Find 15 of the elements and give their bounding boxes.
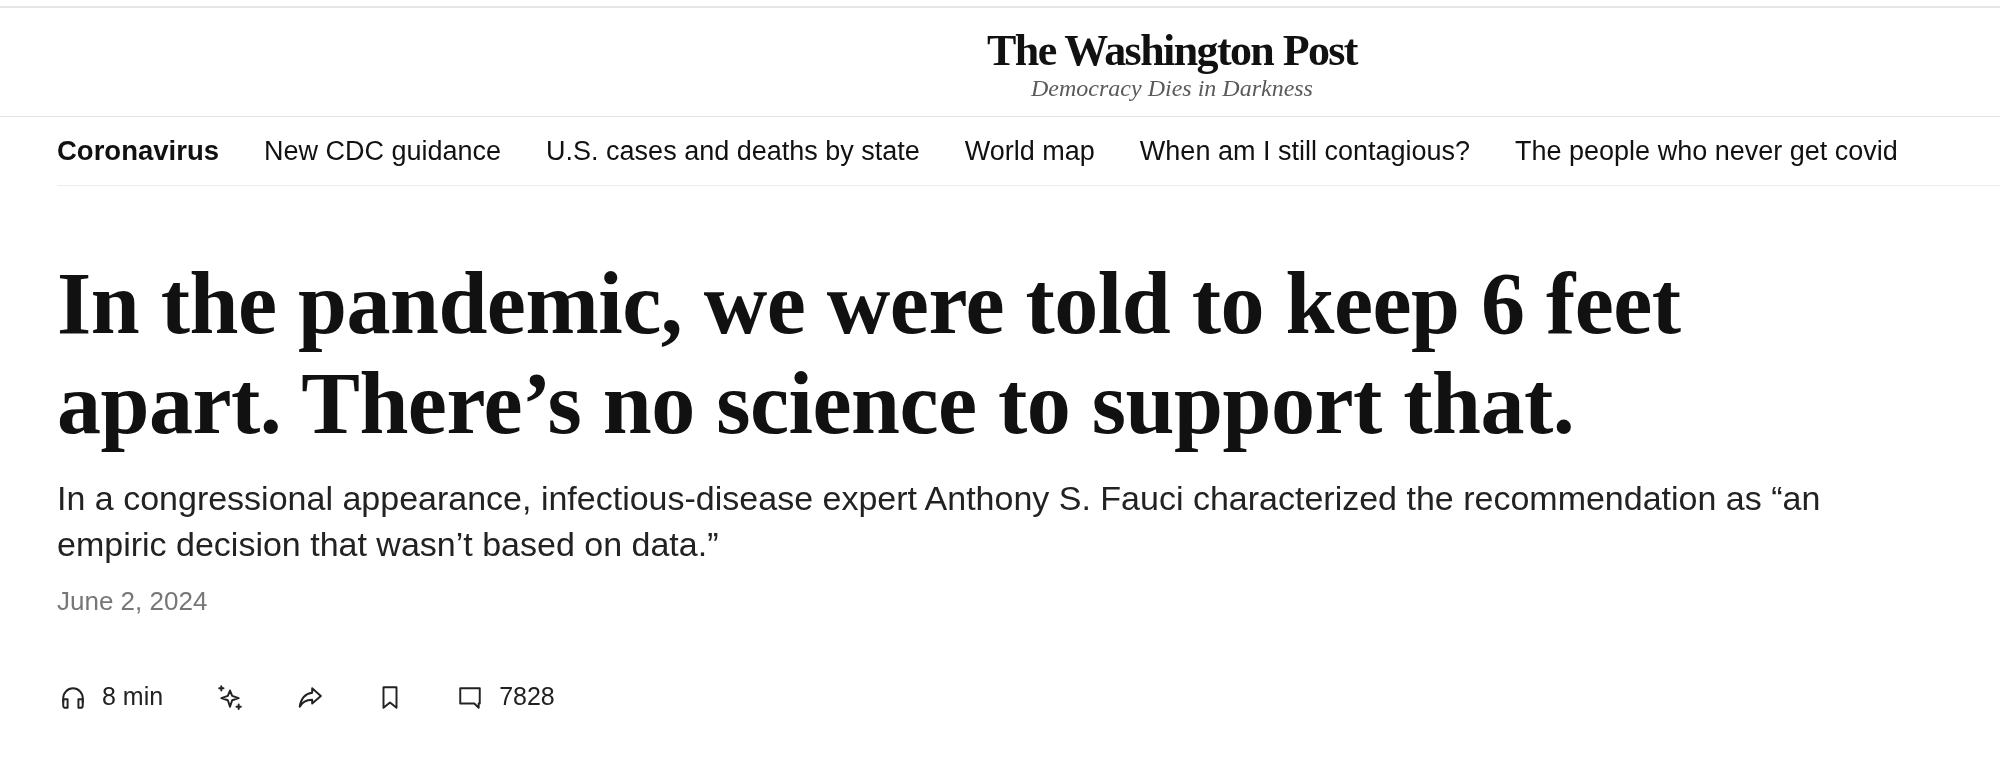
sparkle-icon bbox=[217, 683, 244, 710]
listen-button[interactable]: 8 min bbox=[60, 682, 164, 711]
tagline: Democracy Dies in Darkness bbox=[1031, 74, 1313, 102]
nav-link[interactable]: U.S. cases and deaths by state bbox=[546, 135, 920, 167]
publish-date: June 2, 2024 bbox=[57, 585, 208, 617]
logo[interactable]: The Washington Post bbox=[987, 26, 1357, 75]
comments-button[interactable]: 7828 bbox=[457, 682, 555, 711]
headline: In the pandemic, we were told to keep 6 feet apart. There’s no science to support that. bbox=[57, 254, 1682, 454]
section-link[interactable]: Coronavirus bbox=[57, 135, 219, 167]
summary-button[interactable] bbox=[217, 683, 244, 710]
nav-link[interactable]: The people who never get covid bbox=[1515, 135, 1898, 167]
subheadline: In a congressional appearance, infectious-disease expert Anthony S. Fauci characterized the recommendation as “an empiric decision that wasn’t based on data.” bbox=[57, 478, 1822, 565]
nav-link[interactable]: New CDC guidance bbox=[264, 135, 502, 167]
nav-link[interactable]: When am I still contagious? bbox=[1139, 135, 1471, 167]
nav-link[interactable]: World map bbox=[964, 135, 1095, 167]
